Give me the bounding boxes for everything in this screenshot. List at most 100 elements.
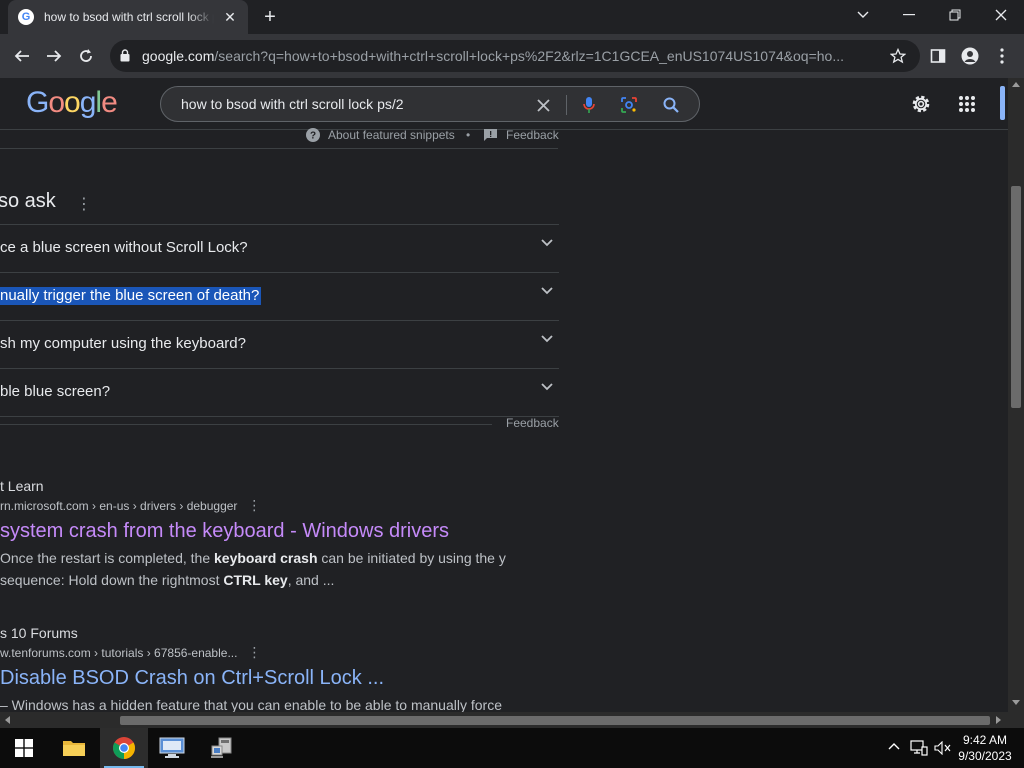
file-explorer-button[interactable]: [50, 728, 98, 768]
browser-toolbar: google.com/search?q=how+to+bsod+with+ctr…: [0, 34, 1024, 97]
restore-icon: [949, 9, 961, 21]
logo-letter: G: [26, 86, 49, 119]
minimize-button[interactable]: [886, 0, 932, 30]
chrome-icon: [113, 737, 135, 759]
remote-desktop-button[interactable]: [148, 728, 196, 768]
feedback-icon: [484, 129, 497, 141]
snippet-text: , and ...: [287, 572, 335, 588]
back-button[interactable]: [8, 42, 36, 70]
arrow-right-icon: [47, 50, 62, 62]
tab-close-icon[interactable]: ✕: [222, 9, 238, 26]
result-url[interactable]: rn.microsoft.com › en-us › drivers › deb…: [0, 499, 237, 513]
people-also-ask-list: ce a blue screen without Scroll Lock? nua…: [0, 224, 559, 417]
star-icon: [890, 48, 906, 64]
gear-icon: [912, 95, 930, 113]
paa-question-row[interactable]: sh my computer using the keyboard?: [0, 321, 559, 369]
google-header: Google how to bsod with ctrl scroll lock…: [0, 78, 1008, 130]
google-logo[interactable]: Google: [26, 86, 118, 120]
search-box[interactable]: how to bsod with ctrl scroll lock ps/2: [160, 86, 700, 122]
search-result: t Learn rn.microsoft.com › en-us › drive…: [0, 478, 540, 591]
horizontal-scroll-thumb[interactable]: [120, 716, 990, 725]
logo-letter: e: [101, 86, 118, 119]
search-input[interactable]: how to bsod with ctrl scroll lock ps/2: [181, 96, 404, 112]
vertical-scrollbar[interactable]: [1008, 78, 1024, 712]
scroll-right-arrow-icon[interactable]: [996, 716, 1001, 724]
lens-search-button[interactable]: [617, 93, 641, 117]
network-status-icon[interactable]: [910, 740, 928, 756]
start-button[interactable]: [0, 728, 48, 768]
result-snippet: Once the restart is completed, the keybo…: [0, 547, 540, 591]
side-panel-button[interactable]: [924, 42, 952, 70]
horizontal-scrollbar[interactable]: [0, 712, 1008, 728]
chevron-down-icon[interactable]: [541, 335, 553, 343]
paa-question-row[interactable]: nually trigger the blue screen of death?: [0, 273, 559, 321]
search-result: s 10 Forums w.tenforums.com › tutorials …: [0, 625, 540, 712]
paa-question-row[interactable]: ble blue screen?: [0, 369, 559, 417]
clock-date: 9/30/2023: [958, 749, 1012, 763]
windows-taskbar: 9:42 AM 9/30/2023: [0, 728, 1024, 768]
reload-button[interactable]: [72, 42, 100, 70]
voice-search-button[interactable]: [577, 93, 601, 117]
google-apps-button[interactable]: [954, 91, 980, 117]
more-vert-icon[interactable]: ⋮: [247, 644, 261, 661]
close-window-button[interactable]: [978, 0, 1024, 30]
profile-icon: [961, 47, 979, 65]
scroll-left-arrow-icon[interactable]: [5, 716, 10, 724]
system-clock[interactable]: 9:42 AM 9/30/2023: [950, 732, 1020, 764]
scrollbar-corner: [1008, 712, 1024, 728]
paa-question-text: nually trigger the blue screen of death?: [0, 287, 262, 305]
side-panel-icon: [930, 49, 946, 63]
settings-button[interactable]: [908, 91, 934, 117]
people-also-ask-heading: so ask: [0, 190, 56, 212]
snippet-bullet: •: [466, 128, 471, 142]
google-favicon-icon: G: [18, 9, 34, 25]
scroll-up-arrow-icon[interactable]: [1012, 82, 1020, 87]
scroll-position-indicator: [1000, 86, 1005, 120]
restore-button[interactable]: [932, 0, 978, 30]
remote-desktop-icon: [159, 737, 185, 758]
search-icon: [663, 97, 679, 113]
chevron-down-icon[interactable]: [541, 239, 553, 247]
camera-lens-icon: [621, 97, 637, 113]
chevron-down-icon: [857, 11, 869, 18]
vertical-scroll-thumb[interactable]: [1011, 186, 1021, 408]
paa-feedback-link[interactable]: Feedback: [506, 416, 559, 430]
chrome-taskbar-button[interactable]: [100, 728, 148, 768]
chevron-down-icon[interactable]: [541, 383, 553, 391]
network-app-button[interactable]: [198, 728, 246, 768]
profile-button[interactable]: [956, 42, 984, 70]
result-url[interactable]: w.tenforums.com › tutorials › 67856-enab…: [0, 646, 237, 660]
paa-question-row[interactable]: ce a blue screen without Scroll Lock?: [0, 225, 559, 273]
url-text[interactable]: google.com/search?q=how+to+bsod+with+ctr…: [142, 48, 852, 64]
tab-title: how to bsod with ctrl scroll lock ps/2: [44, 10, 214, 24]
browser-tab[interactable]: G how to bsod with ctrl scroll lock ps/2…: [8, 0, 248, 34]
address-bar[interactable]: google.com/search?q=how+to+bsod+with+ctr…: [110, 40, 920, 72]
snippet-text: Once the restart is completed, the: [0, 550, 214, 566]
logo-letter: o: [48, 86, 65, 119]
result-title-link[interactable]: Disable BSOD Crash on Ctrl+Scroll Lock .…: [0, 667, 540, 690]
close-icon: [536, 98, 550, 112]
bookmark-button[interactable]: [884, 42, 912, 70]
url-path: /search?q=how+to+bsod+with+ctrl+scroll+l…: [214, 48, 844, 64]
snippet-bold-text: CTRL key: [223, 572, 288, 588]
forward-button[interactable]: [40, 42, 68, 70]
chevron-down-icon[interactable]: [541, 287, 553, 295]
result-title-link[interactable]: system crash from the keyboard - Windows…: [0, 520, 540, 543]
windows-logo-icon: [15, 739, 33, 757]
search-divider: [566, 95, 567, 115]
minimize-icon: [903, 14, 915, 16]
menu-button[interactable]: [988, 42, 1016, 70]
snippet-feedback-link[interactable]: Feedback: [484, 126, 559, 144]
about-featured-snippets-link[interactable]: ? About featured snippets: [306, 126, 455, 144]
scroll-down-arrow-icon[interactable]: [1012, 700, 1020, 705]
show-hidden-icons-chevron-icon[interactable]: [888, 742, 900, 750]
paa-question-text: sh my computer using the keyboard?: [0, 335, 246, 352]
paa-more-options-icon[interactable]: ⋮: [76, 194, 92, 214]
new-tab-button[interactable]: +: [258, 5, 282, 29]
apps-grid-icon: [959, 96, 975, 112]
more-vert-icon[interactable]: ⋮: [247, 497, 261, 514]
tab-search-button[interactable]: [840, 0, 886, 30]
logo-letter: g: [79, 86, 97, 119]
clear-search-button[interactable]: [531, 93, 555, 117]
search-submit-button[interactable]: [659, 93, 683, 117]
